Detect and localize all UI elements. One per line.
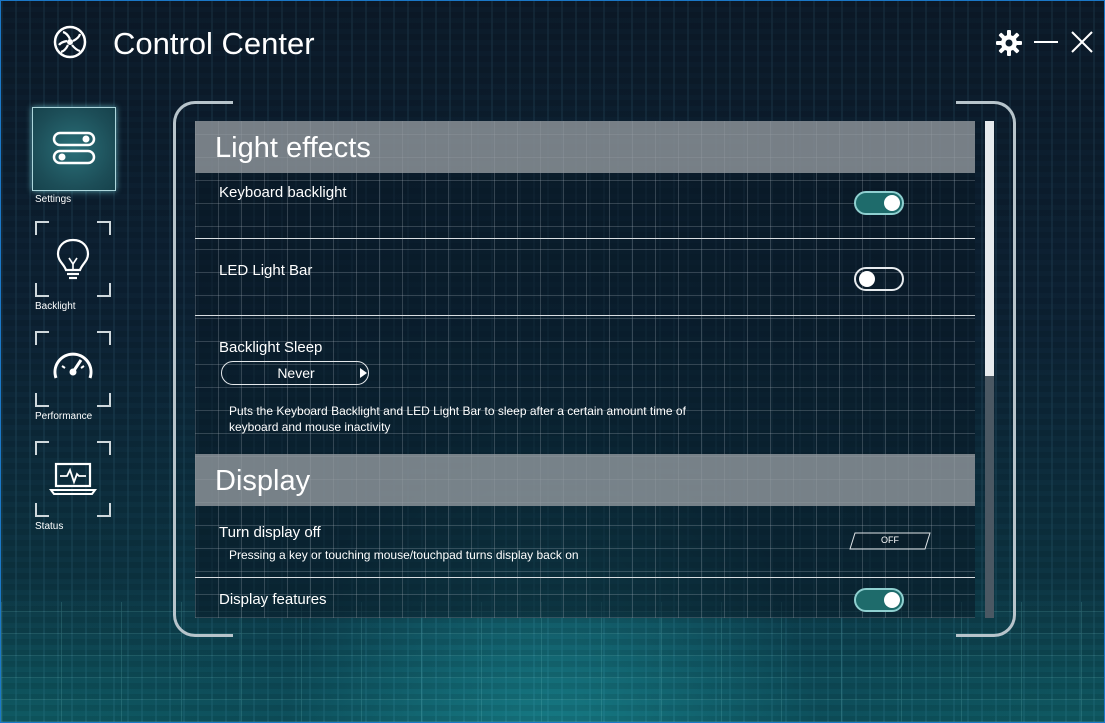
section-header-display: Display	[195, 454, 975, 506]
turn-display-off-label: Turn display off	[219, 524, 321, 541]
display-features-toggle[interactable]	[854, 588, 904, 612]
toggle-knob	[859, 271, 875, 287]
display-features-label: Display features	[219, 591, 327, 608]
close-icon[interactable]	[1068, 29, 1096, 57]
section-header-light-effects: Light effects	[195, 121, 975, 173]
fan-wheel-icon	[53, 25, 87, 59]
turn-display-off-description: Pressing a key or touching mouse/touchpa…	[229, 548, 579, 562]
backlight-sleep-label: Backlight Sleep	[219, 339, 323, 356]
sidebar-item-label: Backlight	[35, 301, 76, 312]
sidebar-tile	[35, 331, 111, 407]
lightbulb-icon	[56, 238, 90, 280]
turn-display-off-button[interactable]: OFF	[849, 532, 931, 550]
play-arrow-icon	[360, 368, 367, 378]
sidebar-item-label: Performance	[35, 411, 93, 422]
section-title: Light effects	[215, 132, 371, 164]
select-value: Never	[277, 365, 315, 381]
sidebar-item-settings[interactable]: Settings	[32, 107, 116, 205]
sidebar-item-label: Status	[35, 521, 64, 532]
divider	[195, 238, 975, 239]
toggles-icon	[52, 131, 96, 165]
sidebar-tile	[32, 107, 116, 191]
sidebar-item-label: Settings	[35, 194, 72, 205]
divider	[195, 315, 975, 316]
backlight-sleep-select[interactable]: Never	[221, 361, 369, 385]
backlight-sleep-description-cont: keyboard and mouse inactivity	[229, 420, 391, 434]
sidebar-tile	[35, 441, 111, 517]
speedometer-icon	[53, 352, 93, 379]
scrollbar-track[interactable]	[985, 121, 994, 618]
scrollbar-thumb[interactable]	[985, 121, 994, 376]
laptop-pulse-icon	[49, 462, 97, 495]
gear-icon[interactable]	[995, 29, 1023, 57]
minimize-icon[interactable]	[1032, 29, 1060, 57]
toggle-knob	[884, 195, 900, 211]
keyboard-backlight-toggle[interactable]	[854, 191, 904, 215]
led-light-bar-label: LED Light Bar	[219, 262, 313, 279]
divider	[195, 577, 975, 578]
off-button-label: OFF	[881, 535, 899, 545]
led-light-bar-toggle[interactable]	[854, 267, 904, 291]
sidebar-item-backlight[interactable]: Backlight	[32, 221, 116, 312]
sidebar-item-status[interactable]: Status	[32, 441, 116, 532]
sidebar-tile	[35, 221, 111, 297]
keyboard-backlight-label: Keyboard backlight	[219, 184, 347, 201]
backlight-sleep-description: Puts the Keyboard Backlight and LED Ligh…	[229, 404, 686, 418]
sidebar-item-performance[interactable]: Performance	[32, 331, 116, 422]
section-title: Display	[215, 465, 311, 497]
control-center-window: Control Center Settings Backlight Perfor…	[0, 0, 1105, 723]
toggle-knob	[884, 592, 900, 608]
settings-content: Light effects Keyboard backlight LED Lig…	[195, 121, 975, 618]
app-title: Control Center	[113, 26, 315, 61]
